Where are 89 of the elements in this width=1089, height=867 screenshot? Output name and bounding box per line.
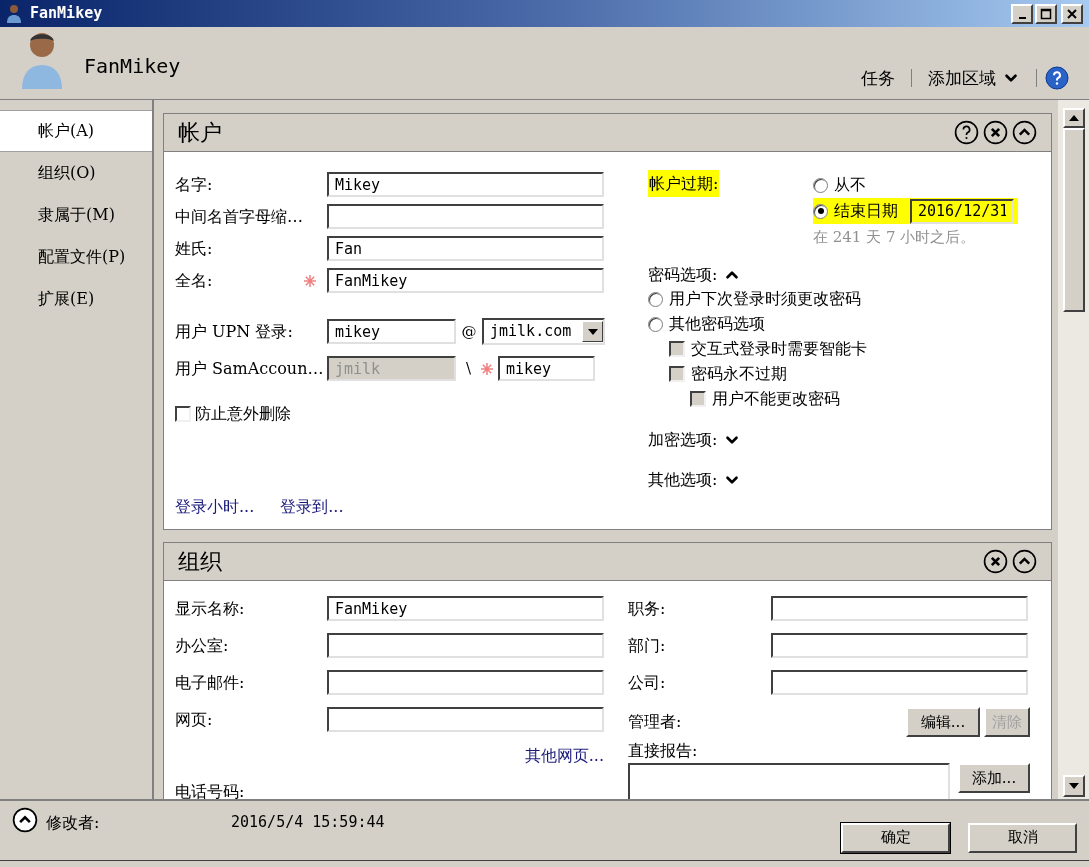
scroll-thumb[interactable] <box>1062 128 1085 312</box>
close-button[interactable] <box>1061 3 1083 24</box>
minimize-icon <box>1018 16 1026 19</box>
radio-label: 结束日期 <box>834 200 898 222</box>
link[interactable]: 其他网页... <box>524 744 604 768</box>
maximize-button[interactable] <box>1035 3 1057 24</box>
help-icon[interactable] <box>1045 66 1069 91</box>
section-title: 组织 <box>178 548 222 576</box>
field-label: 姓氏: <box>175 237 213 260</box>
required-icon <box>480 361 494 376</box>
field-label: 电子邮件: <box>175 671 246 694</box>
field-label: 部门: <box>628 634 667 657</box>
field-label: 网页: <box>175 708 214 731</box>
input-field[interactable]: FanMikey <box>327 268 604 293</box>
help-icon[interactable] <box>954 120 979 145</box>
section-label: 加密选项: <box>648 428 718 451</box>
close-icon <box>1066 7 1078 20</box>
field-label: 管理者: <box>628 711 682 733</box>
button[interactable]: 确定 <box>841 822 950 853</box>
caret-icon <box>582 321 603 342</box>
scrollbar[interactable] <box>1058 100 1089 799</box>
nav-item[interactable]: 帐户(A) <box>0 110 152 152</box>
collapse-icon[interactable] <box>1012 549 1037 574</box>
option-label: 用户不能更改密码 <box>712 388 840 410</box>
field-label: 电话号码: <box>175 781 246 799</box>
nav-item[interactable]: 组织(O) <box>0 152 152 194</box>
field-label: 职务: <box>628 597 667 620</box>
modified-by-label: 修改者: <box>46 812 101 834</box>
radio-label: 从不 <box>834 174 866 196</box>
header-link[interactable]: 添加区域 <box>912 65 1036 91</box>
input-field[interactable] <box>327 707 604 732</box>
header-link[interactable]: 任务 <box>845 65 911 91</box>
section-label: 其他选项: <box>648 468 718 491</box>
input-field[interactable]: mikey <box>498 356 595 381</box>
user-icon <box>6 3 22 24</box>
checkbox[interactable] <box>175 406 191 422</box>
maximize-icon <box>1040 7 1052 20</box>
expiry-label: 帐户过期: <box>648 172 813 200</box>
input-field[interactable] <box>327 204 604 229</box>
option-label: 密码永不过期 <box>691 363 787 385</box>
separator: \ <box>466 358 473 380</box>
input-field[interactable] <box>771 596 1028 621</box>
modified-time: 2016/5/4 15:59:44 <box>231 812 385 833</box>
field-label: 全名: <box>175 269 213 292</box>
option-label: 用户下次登录时须更改密码 <box>669 288 861 310</box>
checkbox-label: 防止意外删除 <box>195 403 291 425</box>
window-title: FanMikey <box>30 3 103 25</box>
collapse-icon[interactable] <box>1012 120 1037 145</box>
link[interactable]: 登录到... <box>280 495 344 519</box>
scroll-up-icon[interactable] <box>1062 108 1085 128</box>
field-label: 名字: <box>175 173 213 196</box>
nav-item[interactable]: 配置文件(P) <box>0 236 152 278</box>
input-field[interactable]: FanMikey <box>327 596 604 621</box>
field-label: 用户 UPN 登录: <box>175 320 294 343</box>
input-field[interactable] <box>771 670 1028 695</box>
input-field[interactable] <box>327 633 604 658</box>
input-field[interactable] <box>327 670 604 695</box>
section-title: 帐户 <box>178 119 222 147</box>
input-field[interactable]: Fan <box>327 236 604 261</box>
section-label: 密码选项: <box>648 263 718 286</box>
reports-list[interactable] <box>628 763 950 799</box>
input-field[interactable] <box>771 633 1028 658</box>
field-label: 办公室: <box>175 634 230 657</box>
button[interactable]: 编辑... <box>906 707 980 737</box>
field-label: 公司: <box>628 671 667 694</box>
scroll-down-icon[interactable] <box>1062 775 1085 797</box>
field-label: 用户 SamAccoun… <box>175 357 325 380</box>
user-name: FanMikey <box>84 53 181 80</box>
close-icon[interactable] <box>983 549 1008 574</box>
input-field[interactable]: mikey <box>327 319 456 344</box>
field-label: 直接报告: <box>628 740 699 762</box>
field-label: 中间名首字母缩… <box>175 205 303 228</box>
link[interactable]: 登录小时... <box>175 495 255 519</box>
option-label: 交互式登录时需要智能卡 <box>691 338 867 360</box>
minimize-button[interactable] <box>1011 3 1033 24</box>
expiry-note: 在 241 天 7 小时之后。 <box>813 227 977 248</box>
field-label: 显示名称: <box>175 597 246 620</box>
input-field[interactable]: Mikey <box>327 172 604 197</box>
at-sign: @ <box>460 321 478 343</box>
close-icon[interactable] <box>983 120 1008 145</box>
button[interactable]: 取消 <box>968 822 1077 853</box>
nav-item[interactable]: 隶属于(M) <box>0 194 152 236</box>
radio-button[interactable] <box>648 316 663 332</box>
button[interactable]: 添加... <box>958 763 1030 793</box>
collapse-icon[interactable] <box>12 807 38 833</box>
domain-dropdown[interactable]: jmilk.com <box>482 318 605 345</box>
option-label: 其他密码选项 <box>669 313 765 335</box>
required-icon <box>303 273 317 288</box>
nav-item[interactable]: 扩展(E) <box>0 278 152 320</box>
